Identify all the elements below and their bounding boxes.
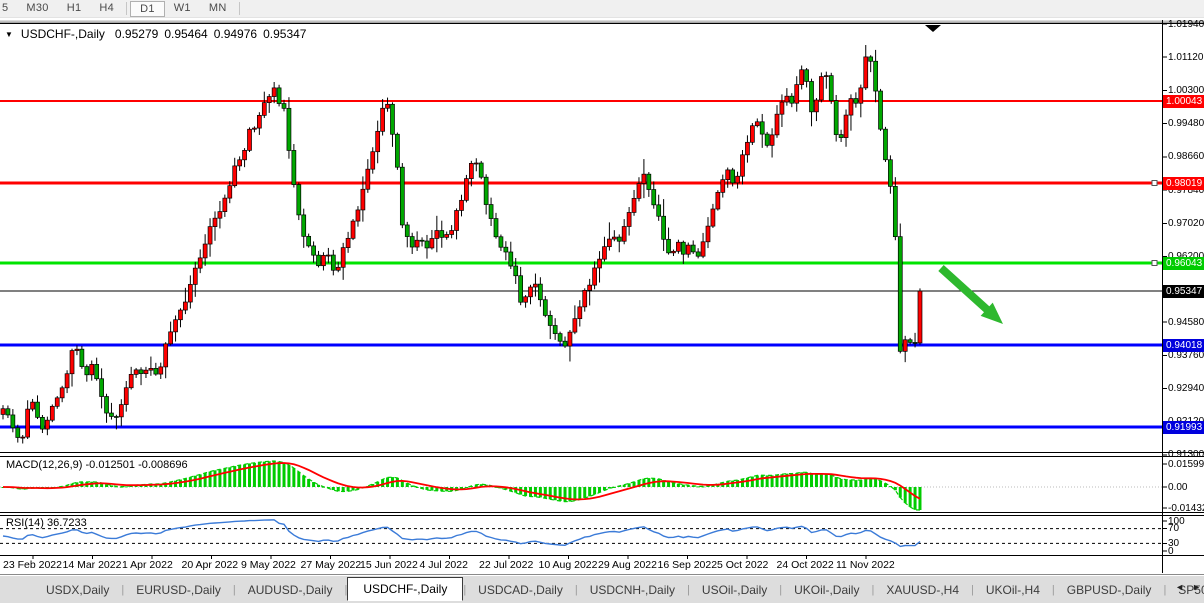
macd-tick--0.01432: -0.01432 xyxy=(1168,503,1204,514)
date-tick-16-sep-2022: 16 Sep 2022 xyxy=(658,559,718,571)
date-tick-1-apr-2022: 1 Apr 2022 xyxy=(122,559,173,571)
chart-symbol-title: USDCHF-,Daily xyxy=(21,27,105,41)
tab-scroll-right-icon[interactable]: ► xyxy=(1192,582,1201,592)
tab-usdcnh-daily[interactable]: USDCNH-,Daily xyxy=(578,578,687,602)
price-badge-0.91993: 0.91993 xyxy=(1163,421,1204,434)
date-tick-29-aug-2022: 29 Aug 2022 xyxy=(598,559,657,571)
rsi-tick-70: 70 xyxy=(1168,523,1204,534)
rsi-pane-label: RSI(14) 36.7233 xyxy=(6,517,87,529)
tab-eurusd-daily[interactable]: EURUSD-,Daily xyxy=(124,578,233,602)
tab-usdx-daily[interactable]: USDX,Daily xyxy=(34,578,121,602)
date-tick-15-jun-2022: 15 Jun 2022 xyxy=(360,559,418,571)
date-tick-23-feb-2022: 23 Feb 2022 xyxy=(3,559,62,571)
pane-borders xyxy=(0,20,1204,573)
price-tick-0.92940: 0.92940 xyxy=(1168,383,1204,394)
collapse-chart-icon[interactable]: ▼ xyxy=(5,30,13,39)
price-tick-0.98660: 0.98660 xyxy=(1168,151,1204,162)
tab-usdchf-daily[interactable]: USDCHF-,Daily xyxy=(347,577,463,601)
chart-title-row: ▼ USDCHF-,Daily 0.95279 0.95464 0.94976 … xyxy=(5,27,306,41)
candlestick-series xyxy=(1,45,922,443)
macd-tick-0.01599: 0.01599 xyxy=(1168,459,1204,470)
macd-values: -0.012501 -0.008696 xyxy=(85,459,187,471)
tab-usdcad-daily[interactable]: USDCAD-,Daily xyxy=(466,578,575,602)
date-tick-9-may-2022: 9 May 2022 xyxy=(241,559,296,571)
price-tick-1.01120: 1.01120 xyxy=(1168,52,1204,63)
price-badge-1.00043: 1.00043 xyxy=(1163,95,1204,108)
chart-canvas[interactable] xyxy=(0,0,1204,603)
ohlc-low: 0.94976 xyxy=(214,27,257,41)
tab-scroll-controls: ◄ ► xyxy=(1175,582,1201,592)
tab-scroll-left-icon[interactable]: ◄ xyxy=(1175,582,1184,592)
chart-shift-marker-icon[interactable] xyxy=(925,25,941,32)
rsi-value: 36.7233 xyxy=(47,517,87,529)
symbol-tabbar: USDX,Daily|EURUSD-,Daily|AUDUSD-,Daily|U… xyxy=(0,576,1204,603)
ohlc-open: 0.95279 xyxy=(115,27,158,41)
tab-gbpusd-daily[interactable]: GBPUSD-,Daily xyxy=(1055,578,1164,602)
price-badge-0.95347: 0.95347 xyxy=(1163,285,1204,298)
macd-name: MACD(12,26,9) xyxy=(6,459,82,471)
date-tick-14-mar-2022: 14 Mar 2022 xyxy=(63,559,122,571)
rsi-tick-0: 0 xyxy=(1168,546,1204,557)
trend-arrow-annotation[interactable] xyxy=(941,268,1003,324)
level-handle-0.96043[interactable] xyxy=(1152,261,1157,266)
date-tick-24-oct-2022: 24 Oct 2022 xyxy=(777,559,834,571)
date-tick-4-jul-2022: 4 Jul 2022 xyxy=(420,559,468,571)
price-badge-0.96043: 0.96043 xyxy=(1163,257,1204,270)
level-handle-0.98019[interactable] xyxy=(1152,181,1157,186)
date-tick-10-aug-2022: 10 Aug 2022 xyxy=(539,559,598,571)
macd-tick-0.00: 0.00 xyxy=(1168,482,1204,493)
rsi-name: RSI(14) xyxy=(6,517,44,529)
rsi-line xyxy=(3,520,920,547)
tab-ukoil-daily[interactable]: UKOil-,Daily xyxy=(782,578,871,602)
tab-usoil-daily[interactable]: USOil-,Daily xyxy=(690,578,779,602)
date-tick-27-may-2022: 27 May 2022 xyxy=(301,559,362,571)
date-tick-5-oct-2022: 5 Oct 2022 xyxy=(717,559,768,571)
ohlc-close: 0.95347 xyxy=(263,27,306,41)
price-tick-0.94580: 0.94580 xyxy=(1168,317,1204,328)
date-tick-20-apr-2022: 20 Apr 2022 xyxy=(182,559,239,571)
price-tick-0.97020: 0.97020 xyxy=(1168,218,1204,229)
tab-ukoil-h4[interactable]: UKOil-,H4 xyxy=(974,578,1052,602)
price-badge-0.98019: 0.98019 xyxy=(1163,177,1204,190)
terminal-window: 5M30H1H4D1W1MN ▼ USDCHF-,Daily 0.95279 0… xyxy=(0,0,1204,603)
price-badge-0.94018: 0.94018 xyxy=(1163,339,1204,352)
price-tick-0.99480: 0.99480 xyxy=(1168,118,1204,129)
rsi-pane xyxy=(0,520,1162,547)
tab-xauusd-h4[interactable]: XAUUSD-,H4 xyxy=(874,578,971,602)
date-tick-11-nov-2022: 11 Nov 2022 xyxy=(836,559,895,571)
price-tick-1.01940: 1.01940 xyxy=(1168,19,1204,30)
ohlc-high: 0.95464 xyxy=(164,27,207,41)
macd-pane-label: MACD(12,26,9) -0.012501 -0.008696 xyxy=(6,459,188,471)
date-tick-22-jul-2022: 22 Jul 2022 xyxy=(479,559,533,571)
tab-audusd-daily[interactable]: AUDUSD-,Daily xyxy=(236,578,345,602)
